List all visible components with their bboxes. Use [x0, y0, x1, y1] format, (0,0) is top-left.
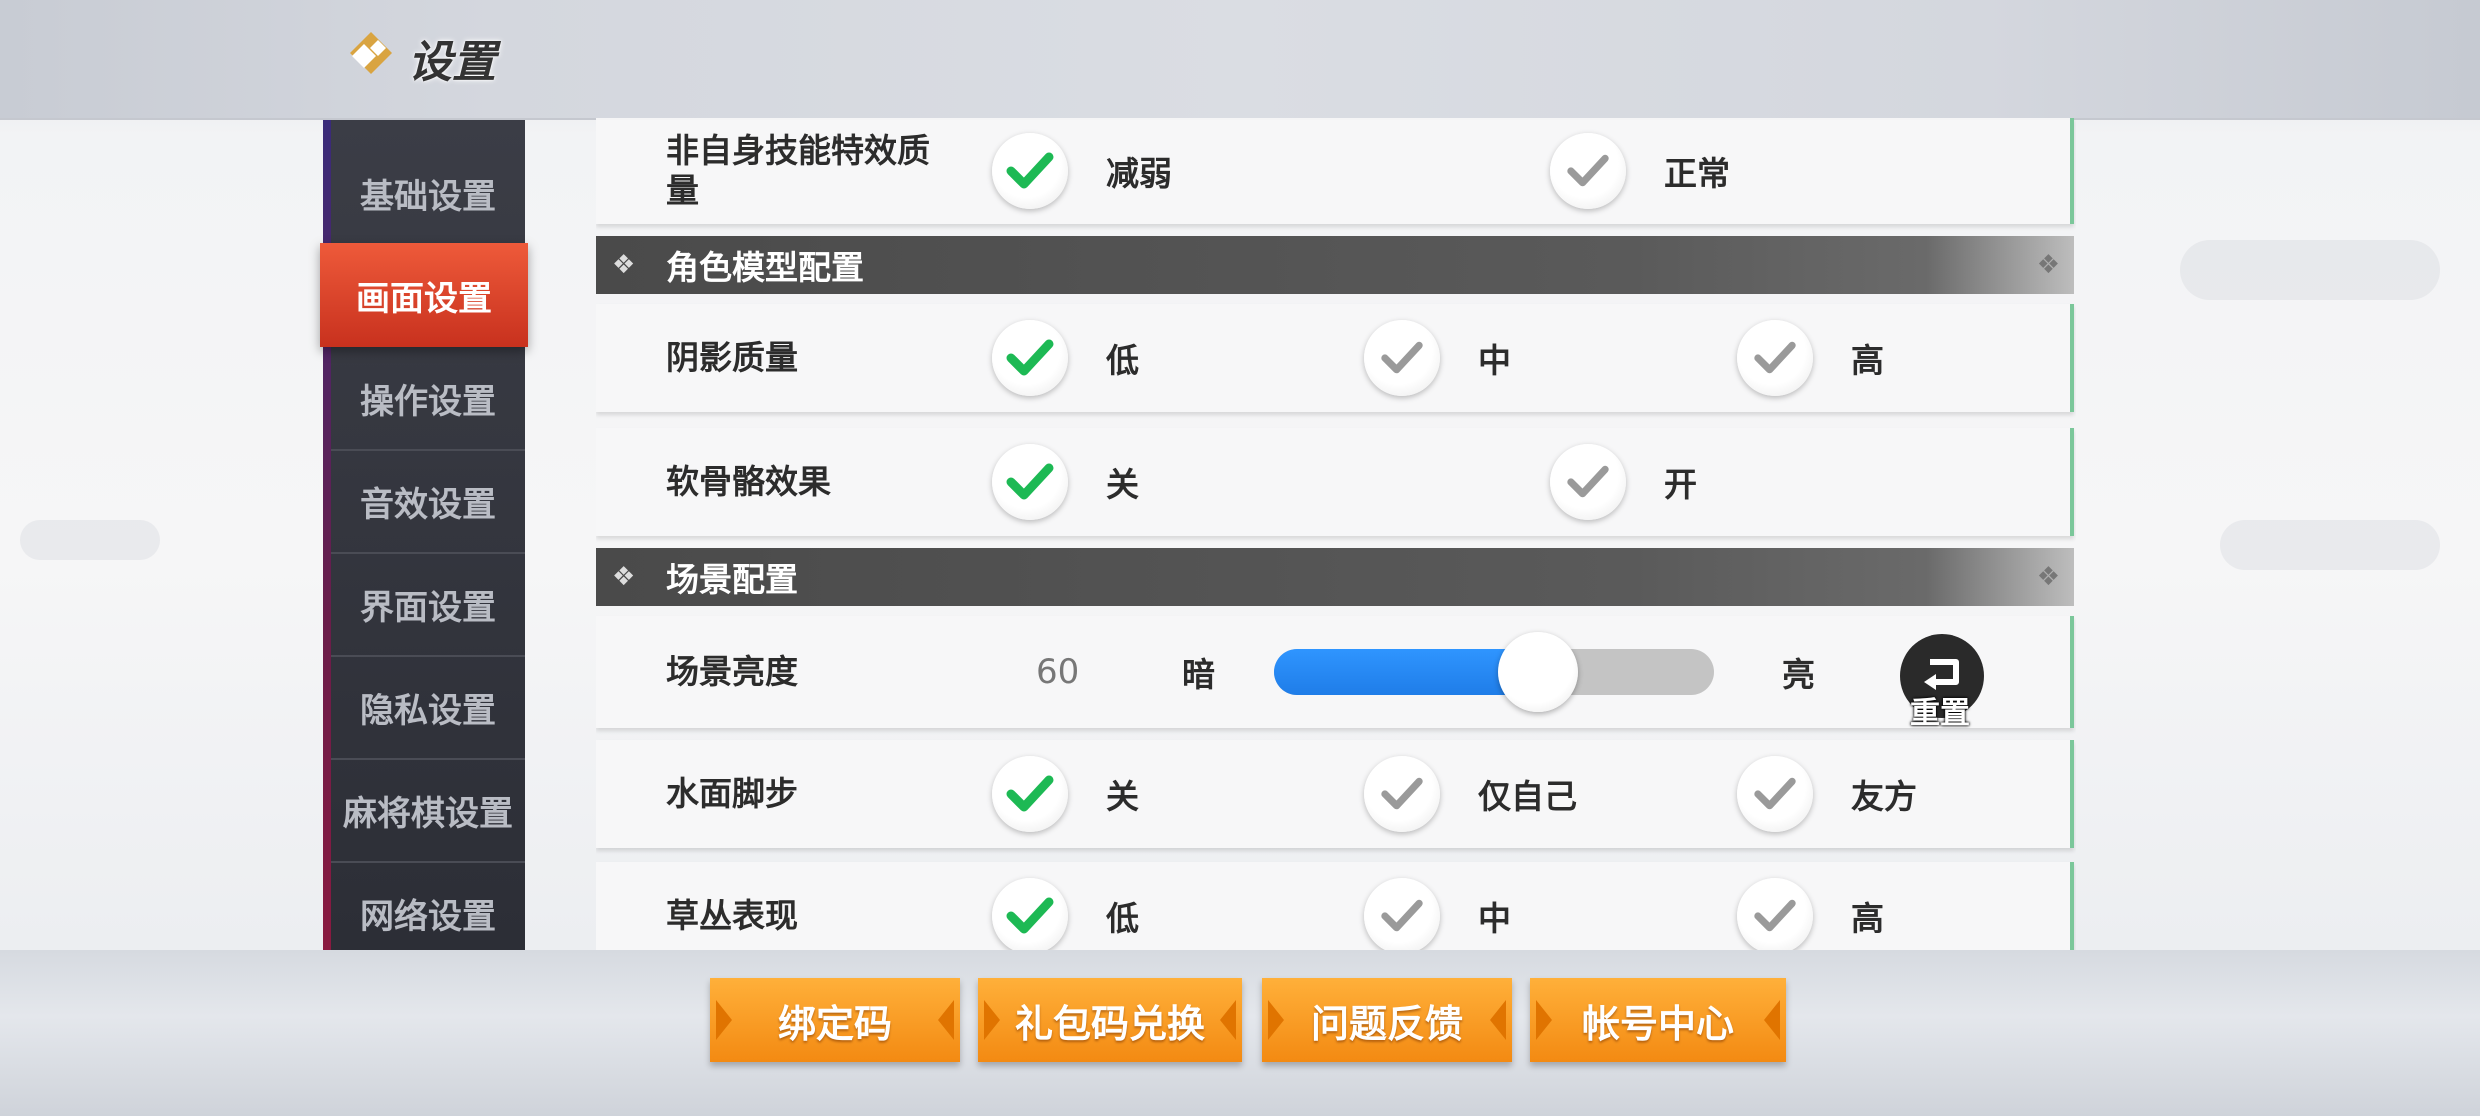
sidebar-item-label: 界面设置 [360, 587, 496, 628]
option-label: 正常 [1664, 154, 1730, 193]
option-label: 减弱 [1106, 154, 1172, 193]
button-label: 礼包码兑换 [1014, 1001, 1205, 1046]
feedback-button[interactable]: 问题反馈 [1262, 978, 1512, 1062]
top-bar: 设置 [0, 0, 2480, 120]
option-medium[interactable]: 中 [1364, 878, 1511, 952]
check-selected-icon [992, 756, 1068, 832]
option-self-only[interactable]: 仅自己 [1364, 756, 1577, 832]
button-label: 帐号中心 [1581, 1001, 1734, 1046]
setting-label: 软骨骼效果 [666, 462, 831, 501]
diamond-icon: ❖ [612, 562, 636, 592]
setting-row-shadow: 阴影质量 低 中 高 [596, 304, 2074, 412]
option-medium[interactable]: 中 [1364, 320, 1511, 396]
button-label: 问题反馈 [1310, 1001, 1463, 1046]
sidebar-item-network[interactable]: 网络设置 [331, 862, 525, 964]
setting-row-skill-effect: 非自身技能特效质 量 减弱 正常 [596, 118, 2074, 224]
diamond-icon: ❖ [612, 250, 636, 280]
setting-row-water-step: 水面脚步 关 仅自己 友方 [596, 740, 2074, 848]
option-label: 中 [1478, 899, 1511, 938]
slider-max-label: 亮 [1782, 655, 1815, 694]
sidebar-item-interface[interactable]: 界面设置 [331, 553, 525, 657]
option-high[interactable]: 高 [1737, 320, 1884, 396]
option-label: 高 [1851, 899, 1884, 938]
settings-panel[interactable]: 非自身技能特效质 量 减弱 正常 ❖ 角色模型配置 ❖ 阴影质量 低 中 高 软… [596, 118, 2076, 952]
option-label: 友方 [1851, 777, 1917, 816]
option-off[interactable]: 关 [992, 444, 1139, 520]
sidebar-item-label: 音效设置 [360, 484, 496, 525]
option-label: 高 [1851, 341, 1884, 380]
setting-label-line: 非自身技能特效质 [666, 131, 930, 170]
option-label: 开 [1664, 465, 1697, 504]
setting-label: 场景亮度 [666, 652, 798, 691]
section-header-scene: ❖ 场景配置 ❖ [596, 548, 2074, 606]
sidebar-item-controls[interactable]: 操作设置 [331, 347, 525, 451]
option-off[interactable]: 关 [992, 756, 1139, 832]
check-selected-icon [992, 878, 1068, 952]
check-unselected-icon [1364, 878, 1440, 952]
option-label: 低 [1106, 899, 1139, 938]
check-unselected-icon [1364, 756, 1440, 832]
setting-label: 水面脚步 [666, 774, 798, 813]
check-unselected-icon [1737, 756, 1813, 832]
setting-row-grass: 草丛表现 低 中 高 [596, 862, 2074, 952]
option-low[interactable]: 低 [992, 878, 1139, 952]
background-decoration [2220, 520, 2440, 570]
check-unselected-icon [1550, 133, 1626, 209]
background-decoration [20, 520, 160, 560]
setting-label: 草丛表现 [666, 896, 798, 935]
option-on[interactable]: 开 [1550, 444, 1697, 520]
sidebar-item-label: 隐私设置 [360, 690, 496, 731]
option-label: 关 [1106, 777, 1139, 816]
sidebar-item-privacy[interactable]: 隐私设置 [331, 656, 525, 760]
sidebar-item-basic[interactable]: 基础设置 [331, 142, 525, 246]
check-unselected-icon [1737, 878, 1813, 952]
section-title: 角色模型配置 [666, 248, 864, 287]
brightness-value: 60 [1036, 652, 1080, 692]
diamond-icon: ❖ [2036, 562, 2060, 592]
sidebar-item-audio[interactable]: 音效设置 [331, 450, 525, 554]
option-label: 仅自己 [1478, 777, 1577, 816]
check-unselected-icon [1737, 320, 1813, 396]
option-label: 关 [1106, 465, 1139, 504]
account-center-button[interactable]: 帐号中心 [1530, 978, 1786, 1062]
slider-min-label: 暗 [1182, 655, 1215, 694]
brightness-slider[interactable] [1274, 632, 1714, 712]
sidebar-item-label: 基础设置 [360, 176, 496, 217]
diamond-icon: ❖ [2036, 250, 2060, 280]
option-allies[interactable]: 友方 [1737, 756, 1917, 832]
option-reduced[interactable]: 减弱 [992, 133, 1172, 209]
sidebar-item-label: 网络设置 [360, 896, 496, 937]
setting-row-soft-bone: 软骨骼效果 关 开 [596, 428, 2074, 536]
check-unselected-icon [1550, 444, 1626, 520]
check-selected-icon [992, 133, 1068, 209]
option-high[interactable]: 高 [1737, 878, 1884, 952]
slider-handle[interactable] [1498, 632, 1578, 712]
option-label: 中 [1478, 341, 1511, 380]
background-decoration [2180, 240, 2440, 300]
sidebar-item-label: 操作设置 [360, 381, 496, 422]
section-title: 场景配置 [666, 560, 798, 599]
check-selected-icon [992, 320, 1068, 396]
option-low[interactable]: 低 [992, 320, 1139, 396]
sidebar-item-mahjong[interactable]: 麻将棋设置 [331, 759, 525, 863]
check-unselected-icon [1364, 320, 1440, 396]
setting-label: 非自身技能特效质 量 [666, 131, 966, 211]
reset-label: 重置 [1910, 696, 1970, 731]
gift-code-button[interactable]: 礼包码兑换 [978, 978, 1242, 1062]
setting-row-brightness: 场景亮度 60 暗 亮 重置 [596, 616, 2074, 731]
sidebar-item-graphics[interactable]: 画面设置 [320, 243, 528, 347]
sidebar-item-label: 麻将棋设置 [343, 793, 513, 834]
sidebar-item-label: 画面设置 [356, 278, 492, 319]
option-label: 低 [1106, 341, 1139, 380]
page-title: 设置 [408, 37, 496, 88]
setting-label: 阴影质量 [666, 338, 798, 377]
settings-diamond-icon [350, 32, 392, 74]
section-header-model: ❖ 角色模型配置 ❖ [596, 236, 2074, 294]
bind-code-button[interactable]: 绑定码 [710, 978, 960, 1062]
check-selected-icon [992, 444, 1068, 520]
setting-label-line: 量 [666, 171, 699, 210]
button-label: 绑定码 [777, 1001, 892, 1046]
option-normal[interactable]: 正常 [1550, 133, 1730, 209]
